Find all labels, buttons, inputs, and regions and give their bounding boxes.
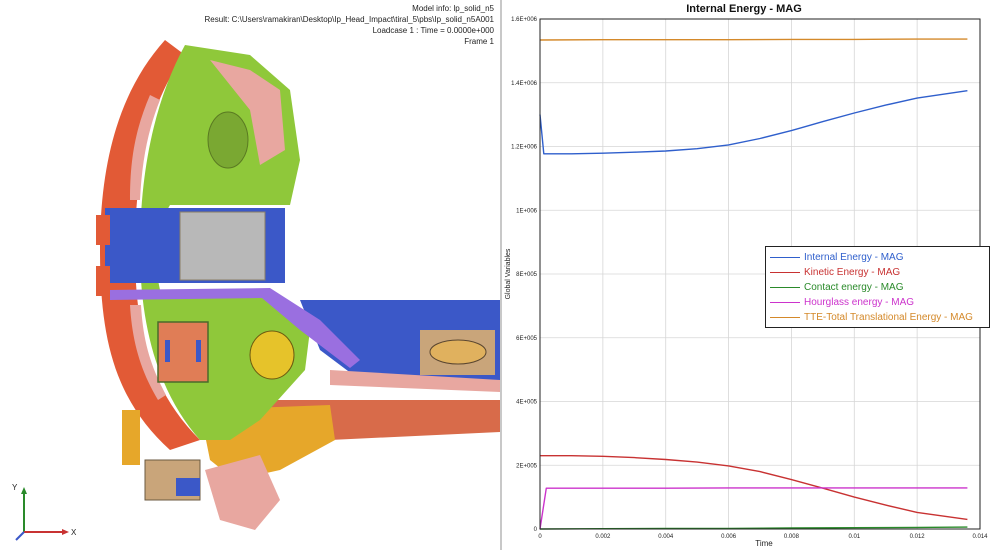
x-tick-label: 0.008 [784, 534, 800, 540]
left-red-tab-1 [96, 215, 110, 245]
legend-label: Internal Energy - MAG [804, 252, 904, 263]
legend-label: Hourglass energy - MAG [804, 297, 915, 308]
left-red-tab-2 [96, 266, 110, 296]
x-axis-label: Time [755, 539, 773, 548]
plot-panel[interactable]: Internal Energy - MAG 0 2E+005 4E+005 6E+00… [502, 0, 1000, 550]
loadcase-text: Loadcase 1 : Time = 0.0000e+000 [372, 26, 494, 35]
series-line-3 [539, 487, 968, 530]
y-tick-label: 2E+005 [516, 463, 538, 469]
legend-item-hourglass-energy[interactable]: Hourglass energy - MAG [770, 295, 985, 310]
legend-label: Contact energy - MAG [804, 282, 904, 293]
center-gray-panel [179, 211, 266, 281]
legend-swatch [770, 257, 800, 258]
lower-blue-mark-1 [165, 340, 170, 362]
legend-swatch [770, 287, 800, 288]
y-tick-label: 1.4E+006 [511, 81, 538, 87]
yellow-sphere [249, 330, 295, 380]
series-line-0 [539, 90, 968, 155]
legend-label: TTE-Total Translational Energy - MAG [804, 312, 973, 323]
model-info-text: Model info: lp_solid_n5 [412, 4, 494, 13]
series-line-4 [539, 38, 968, 41]
chart-title: Internal Energy - MAG [686, 3, 802, 15]
x-tick-label: 0.002 [595, 534, 611, 540]
y-tick-label: 1.6E+006 [511, 17, 538, 23]
viewport-info-panel: Model info: lp_solid_n5 Result: C:\Users… [205, 3, 494, 47]
triad-x-arrow [62, 529, 69, 535]
legend-item-internal-energy[interactable]: Internal Energy - MAG [770, 250, 985, 265]
duct-opening [429, 339, 487, 365]
y-tick-label: 4E+005 [516, 400, 538, 406]
y-tick-label: 1E+006 [516, 208, 538, 214]
y-tick-label: 0 [534, 527, 538, 533]
x-tick-label: 0.006 [721, 534, 737, 540]
result-path-text: Result: C:\Users\ramakiran\Desktop\Ip_He… [204, 15, 494, 24]
x-tick-label: 0.012 [910, 534, 926, 540]
legend-item-tte-energy[interactable]: TTE-Total Translational Energy - MAG [770, 310, 985, 325]
axis-triad: Y X [12, 483, 77, 541]
model-render[interactable] [0, 0, 500, 550]
x-tick-label: 0.004 [658, 534, 674, 540]
top-inner-ring [207, 111, 249, 169]
y-tick-label: 8E+005 [516, 272, 538, 278]
x-tick-label: 0.014 [972, 534, 988, 540]
triad-y-arrow [21, 487, 27, 494]
legend-swatch [770, 272, 800, 273]
triad-x-label: X [71, 528, 77, 537]
legend-item-contact-energy[interactable]: Contact energy - MAG [770, 280, 985, 295]
legend-swatch [770, 317, 800, 318]
y-axis-label: Global Variables [505, 248, 512, 299]
frame-text: Frame 1 [464, 37, 494, 46]
bottom-blue-box [176, 478, 200, 496]
chart-legend[interactable]: Internal Energy - MAG Kinetic Energy - M… [765, 246, 990, 328]
y-tick-label: 6E+005 [516, 336, 538, 342]
bottom-yellow-bar [122, 410, 140, 465]
legend-label: Kinetic Energy - MAG [804, 267, 901, 278]
lower-blue-mark-2 [196, 340, 201, 362]
y-tick-label: 1.2E+006 [511, 145, 538, 151]
legend-item-kinetic-energy[interactable]: Kinetic Energy - MAG [770, 265, 985, 280]
legend-swatch [770, 302, 800, 303]
triad-z-axis [15, 531, 25, 541]
x-tick-label: 0 [538, 534, 542, 540]
model-viewport[interactable]: Model info: lp_solid_n5 Result: C:\Users… [0, 0, 500, 550]
triad-y-label: Y [12, 483, 18, 492]
x-tick-label: 0.01 [848, 534, 860, 540]
